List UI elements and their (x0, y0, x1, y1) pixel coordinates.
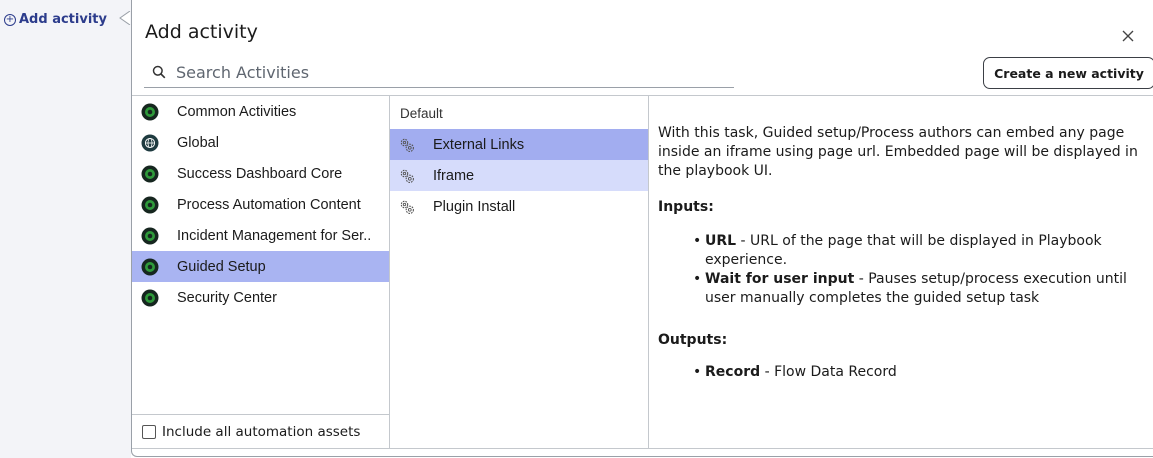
add-activity-dialog: Add activity Create a new activity Commo… (131, 0, 1153, 457)
activity-list: External Links Iframe Plugin Install (390, 129, 648, 222)
close-icon[interactable] (1120, 28, 1136, 44)
output-text: - Flow Data Record (760, 364, 897, 380)
create-new-activity-button[interactable]: Create a new activity (983, 57, 1153, 89)
activity-item[interactable]: Plugin Install (390, 191, 648, 222)
category-item[interactable]: Process Automation Content (132, 189, 389, 220)
output-name: Record (705, 364, 761, 380)
category-item[interactable]: Common Activities (132, 96, 389, 127)
activity-group-header: Default (400, 106, 443, 121)
dialog-title: Add activity (145, 21, 258, 43)
description-intro: With this task, Guided setup/Process aut… (658, 125, 1138, 179)
inputs-list: URL - URL of the page that will be displ… (693, 232, 1153, 308)
output-item: Record - Flow Data Record (693, 363, 1153, 382)
activity-item-label: External Links (433, 136, 525, 153)
activity-picker-panes: Common Activities Global Success Dashboard… (132, 95, 1153, 449)
category-item[interactable]: Security Center (132, 282, 389, 313)
plus-circle-icon: + (4, 13, 16, 26)
category-item-label: Common Activities (177, 103, 297, 120)
category-item-label: Process Automation Content (177, 196, 361, 213)
search-icon (152, 65, 166, 79)
search-field (144, 57, 734, 88)
category-item-label: Guided Setup (177, 258, 266, 275)
include-all-assets[interactable]: Include all automation assets (132, 414, 389, 448)
popover-caret (119, 11, 131, 25)
category-item-label: Global (177, 134, 219, 151)
category-dot-icon (141, 289, 159, 306)
activity-item-label: Iframe (433, 167, 475, 184)
activity-description-pane: With this task, Guided setup/Process aut… (649, 96, 1153, 448)
include-all-assets-label: Include all automation assets (162, 423, 361, 440)
outputs-heading: Outputs: (658, 332, 728, 348)
input-name: URL (705, 233, 737, 249)
include-all-assets-checkbox[interactable] (142, 424, 156, 439)
input-item: URL - URL of the page that will be displ… (693, 232, 1153, 270)
gears-icon (400, 138, 414, 152)
gears-icon (400, 169, 414, 183)
category-dot-icon (141, 196, 159, 213)
input-text: - URL of the page that will be displayed… (705, 233, 1102, 268)
category-dot-icon (141, 227, 159, 244)
activity-item-label: Plugin Install (433, 198, 516, 215)
category-list: Common Activities Global Success Dashboard… (132, 96, 389, 313)
inputs-heading: Inputs: (658, 199, 714, 215)
input-item: Wait for user input - Pauses setup/proce… (693, 270, 1153, 308)
page-left-strip (0, 0, 131, 458)
activity-item[interactable]: Iframe (390, 160, 648, 191)
activity-item[interactable]: External Links (390, 129, 648, 160)
category-item-label: Incident Management for Ser.. (177, 227, 372, 244)
category-item-label: Security Center (177, 289, 277, 306)
category-dot-icon (141, 258, 159, 275)
input-name: Wait for user input (705, 271, 855, 287)
add-activity-link[interactable]: + Add activity (4, 12, 107, 27)
outputs-list: Record - Flow Data Record (693, 363, 1153, 382)
category-item[interactable]: Guided Setup (132, 251, 389, 282)
search-input[interactable] (176, 62, 716, 82)
category-item[interactable]: Incident Management for Ser.. (132, 220, 389, 251)
gears-icon (400, 200, 414, 214)
globe-icon (141, 134, 159, 151)
category-item-label: Success Dashboard Core (177, 165, 343, 182)
category-item[interactable]: Success Dashboard Core (132, 158, 389, 189)
category-item[interactable]: Global (132, 127, 389, 158)
add-activity-label: Add activity (19, 12, 107, 27)
activity-pane: Default External Links Iframe Plugin Insta… (390, 96, 649, 448)
category-dot-icon (141, 103, 159, 120)
category-dot-icon (141, 165, 159, 182)
category-pane: Common Activities Global Success Dashboard… (132, 96, 390, 448)
